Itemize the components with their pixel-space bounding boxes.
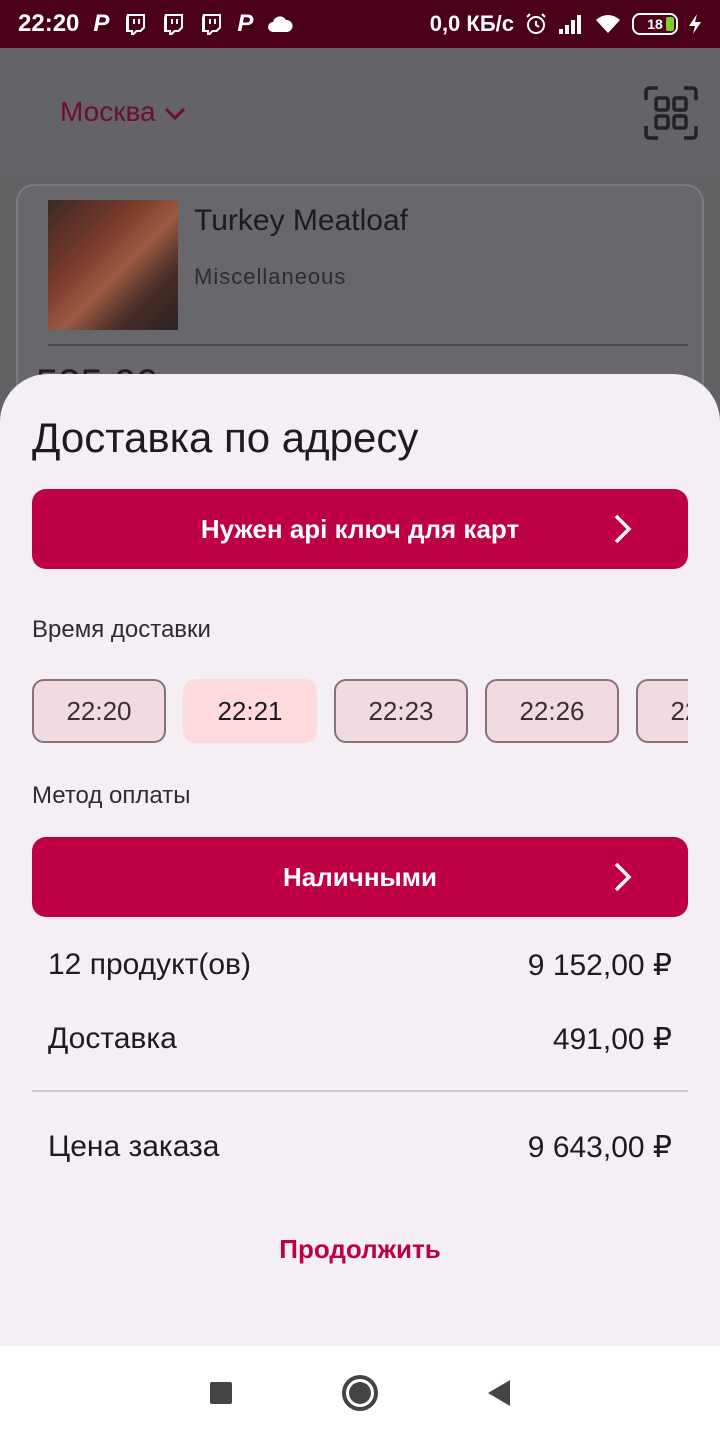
recents-icon[interactable]	[210, 1382, 232, 1404]
chevron-down-icon	[164, 96, 186, 128]
product-name: Turkey Meatloaf	[194, 204, 408, 237]
signal-icon	[558, 13, 584, 35]
cloud-icon	[267, 15, 293, 33]
card-divider	[48, 344, 688, 346]
status-bar: 22:20 P P 0,0 КБ/с 18	[0, 0, 720, 48]
products-row: 12 продукт(ов) 9 152,00 ₽	[48, 948, 672, 983]
charging-icon	[688, 13, 702, 35]
delivery-value: 491,00 ₽	[552, 1023, 672, 1056]
back-icon[interactable]	[488, 1380, 510, 1406]
delivery-bottom-sheet: Доставка по адресу Нужен api ключ для ка…	[0, 374, 720, 1346]
screen: 22:20 P P 0,0 КБ/с 18 Москва Turkey Meat…	[0, 0, 720, 1440]
products-label: 12 продукт(ов)	[48, 948, 251, 981]
total-row: Цена заказа 9 643,00 ₽	[48, 1130, 672, 1165]
p-icon: P	[237, 10, 254, 37]
twitch-icon	[123, 12, 147, 36]
home-icon-dot	[349, 1382, 371, 1404]
time-chip-selected[interactable]: 22:21	[183, 679, 317, 743]
battery-level: 18	[647, 16, 663, 32]
product-image	[48, 200, 178, 330]
time-chip[interactable]: 22:30	[636, 679, 688, 743]
alarm-icon	[524, 12, 548, 36]
product-category: Miscellaneous	[194, 264, 347, 289]
payment-method-label: Метод оплаты	[32, 782, 191, 809]
total-value: 9 643,00 ₽	[527, 1131, 672, 1164]
status-right: 0,0 КБ/с 18	[430, 11, 702, 37]
payment-method-label-text: Наличными	[283, 861, 437, 892]
sheet-title: Доставка по адресу	[32, 414, 419, 461]
chevron-right-icon	[606, 513, 638, 545]
battery-icon: 18	[632, 13, 678, 35]
twitch-icon	[161, 12, 185, 36]
wifi-icon	[594, 13, 622, 35]
total-label: Цена заказа	[48, 1130, 220, 1163]
time-chip[interactable]: 22:20	[32, 679, 166, 743]
app-bar: Москва	[0, 48, 720, 176]
twitch-icon	[199, 12, 223, 36]
time-chip[interactable]: 22:26	[485, 679, 619, 743]
city-label: Москва	[60, 96, 156, 127]
address-button-label: Нужен api ключ для карт	[200, 513, 520, 544]
status-time: 22:20	[18, 10, 80, 37]
qr-code-icon[interactable]	[644, 86, 698, 140]
delivery-label: Доставка	[48, 1022, 177, 1055]
chevron-right-icon	[606, 861, 638, 893]
network-speed: 0,0 КБ/с	[429, 11, 514, 36]
home-icon[interactable]	[342, 1375, 378, 1411]
battery-fill	[666, 17, 674, 31]
address-button[interactable]: Нужен api ключ для карт	[32, 489, 688, 569]
delivery-time-label: Время доставки	[32, 616, 211, 643]
p-icon: P	[93, 10, 110, 37]
status-left: 22:20 P P	[18, 10, 293, 38]
time-chip[interactable]: 22:23	[334, 679, 468, 743]
continue-button[interactable]: Продолжить	[0, 1234, 720, 1265]
payment-method-button[interactable]: Наличными	[32, 837, 688, 917]
products-value: 9 152,00 ₽	[527, 949, 672, 982]
summary-divider	[32, 1090, 688, 1092]
time-chips: 22:20 22:21 22:23 22:26 22:30	[32, 679, 688, 745]
navigation-bar	[0, 1346, 720, 1440]
delivery-row: Доставка 491,00 ₽	[48, 1022, 672, 1057]
city-selector[interactable]: Москва	[60, 96, 186, 128]
